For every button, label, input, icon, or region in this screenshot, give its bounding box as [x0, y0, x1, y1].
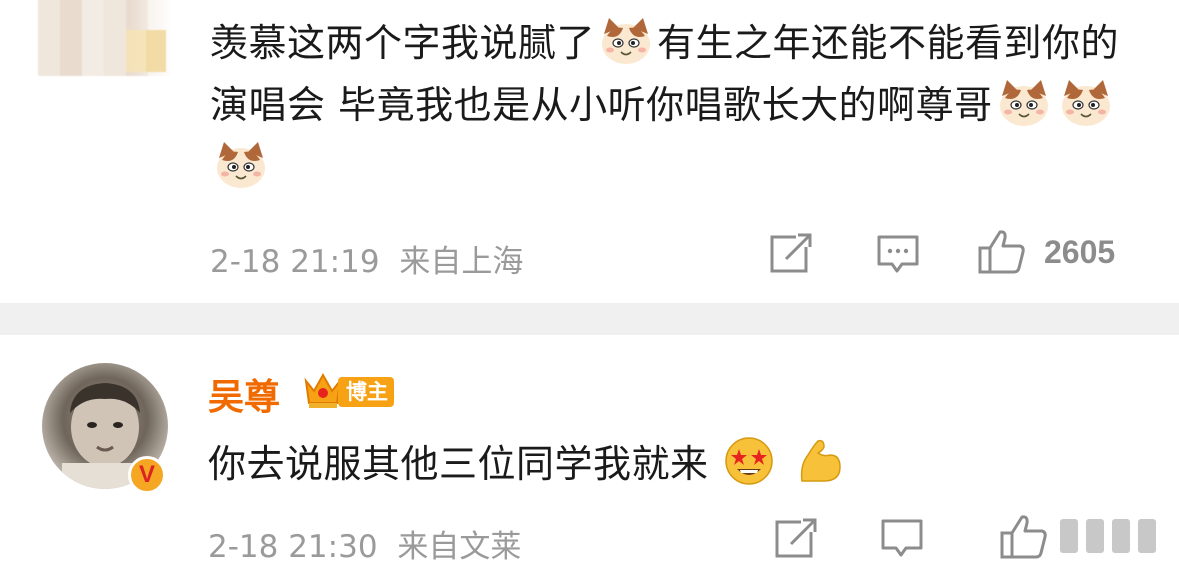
comment-text: 羡慕这两个字我说腻了 有生之年还能不能看到你的演唱会 毕竟我也是从小听你唱歌长大的…	[210, 12, 1130, 198]
like-count: 2605	[1044, 234, 1116, 270]
comment-icon[interactable]	[880, 518, 924, 558]
location: 来自文莱	[397, 529, 522, 565]
author-name[interactable]: 吴尊	[208, 368, 280, 420]
comment-text-part: 羡慕这两个字我说腻了	[210, 21, 596, 65]
comment-item: 羡慕这两个字我说腻了 有生之年还能不能看到你的演唱会 毕竟我也是从小听你唱歌长大的…	[0, 0, 1179, 303]
timestamp: 2-18 21:30	[208, 529, 378, 565]
comment-item: V 吴尊 博主 你去说服其他三位同学我就来 2-18 21:30 来自文莱	[0, 335, 1179, 580]
share-icon[interactable]	[775, 518, 819, 558]
cat-face-icon	[1061, 80, 1110, 126]
share-icon[interactable]	[770, 233, 814, 273]
like-icon[interactable]	[978, 228, 1026, 276]
blogger-badge: 博主	[338, 377, 394, 407]
timestamp: 2-18 21:19	[210, 244, 380, 280]
comment-text: 你去说服其他三位同学我就来	[208, 435, 846, 492]
comment-text-part: 你去说服其他三位同学我就来	[208, 442, 709, 486]
like-count-obscured	[1060, 519, 1170, 553]
cat-face-icon	[602, 18, 651, 64]
star-struck-face-icon	[725, 437, 773, 485]
divider	[0, 303, 1179, 335]
flexed-biceps-icon	[800, 439, 841, 482]
avatar[interactable]	[38, 0, 170, 76]
cat-face-icon	[217, 142, 265, 188]
verified-icon: V	[128, 456, 166, 494]
comment-meta: 2-18 21:19 来自上海	[210, 236, 523, 281]
cat-face-icon	[999, 80, 1048, 126]
comment-icon[interactable]	[876, 234, 920, 274]
like-icon[interactable]	[1000, 513, 1048, 561]
comment-meta: 2-18 21:30 来自文莱	[208, 521, 521, 566]
location: 来自上海	[399, 244, 524, 280]
